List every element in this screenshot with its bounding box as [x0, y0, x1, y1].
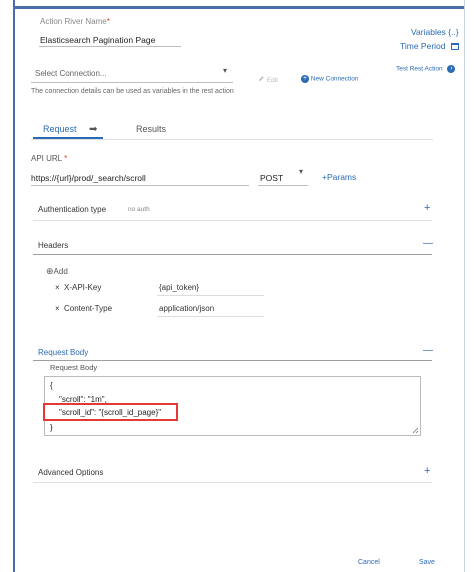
method-underline	[258, 185, 308, 186]
connection-underline	[31, 82, 233, 83]
headers-title: Headers	[38, 241, 69, 250]
auth-type-value[interactable]: no auth	[128, 206, 150, 213]
api-url-label: API URL *	[31, 154, 68, 163]
api-url-underline	[31, 185, 249, 186]
auth-expand-button[interactable]: +	[424, 202, 430, 214]
advanced-options-title: Advanced Options	[38, 468, 104, 477]
variables-button[interactable]: Variables {..}	[411, 27, 459, 37]
plus-circle-icon: +	[301, 75, 309, 83]
auth-divider	[33, 220, 432, 221]
chevron-down-icon[interactable]: ▾	[223, 66, 227, 75]
header-key[interactable]: Content-Type	[64, 304, 112, 313]
resize-handle-icon[interactable]	[412, 427, 419, 434]
add-circle-icon: ⊕	[46, 266, 54, 276]
highlight-box	[43, 403, 178, 421]
request-body-divider	[33, 360, 432, 361]
river-name-label: Action River Name*	[40, 17, 110, 26]
river-name-input[interactable]: Elasticsearch Pagination Page	[40, 35, 155, 45]
remove-header-icon[interactable]: ×	[55, 304, 60, 313]
api-url-input[interactable]: https://{url}/prod/_search/scroll	[31, 173, 146, 183]
arrow-right-icon: ➡	[89, 124, 98, 135]
header-value[interactable]: {api_token}	[159, 283, 199, 292]
connection-helper-text: The connection details can be used as va…	[31, 88, 234, 95]
add-header-button[interactable]: ⊕Add	[46, 266, 68, 277]
body-line: {	[50, 381, 53, 390]
header-key[interactable]: X-API-Key	[64, 283, 101, 292]
body-line: }	[50, 423, 53, 432]
tabs-divider	[31, 139, 433, 140]
request-body-collapse-button[interactable]: —	[423, 345, 433, 356]
request-body-field-label: Request Body	[50, 363, 98, 372]
auth-type-label: Authentication type	[38, 205, 107, 214]
header-value[interactable]: application/json	[159, 304, 214, 313]
params-button[interactable]: +Params	[322, 172, 356, 182]
new-connection-button[interactable]: + New Connection	[301, 75, 359, 83]
variables-icon: {..}	[448, 27, 459, 37]
river-name-underline	[39, 46, 181, 47]
calendar-icon	[450, 43, 459, 50]
headers-collapse-button[interactable]: —	[423, 238, 433, 249]
remove-header-icon[interactable]: ×	[55, 283, 60, 292]
tab-request[interactable]: Request ➡	[43, 124, 97, 135]
method-select[interactable]: POST	[260, 173, 283, 183]
arrow-right-circle-icon: ›	[447, 65, 456, 73]
test-rest-action-button[interactable]: Test Rest Action ›	[396, 65, 456, 73]
header-value-underline	[157, 295, 264, 296]
headers-divider	[33, 254, 432, 255]
select-connection-dropdown[interactable]: Select Connection...	[35, 69, 107, 78]
advanced-expand-button[interactable]: +	[424, 465, 430, 477]
pencil-icon	[259, 76, 264, 81]
request-body-title: Request Body	[38, 348, 89, 357]
cancel-button[interactable]: Cancel	[358, 559, 380, 566]
header-value-underline	[157, 316, 264, 317]
edit-connection-button[interactable]: Edit	[258, 75, 278, 84]
tab-results[interactable]: Results	[136, 124, 166, 134]
time-period-button[interactable]: Time Period	[400, 41, 459, 51]
save-button[interactable]: Save	[419, 559, 435, 566]
advanced-divider	[33, 482, 432, 483]
method-chevron-icon[interactable]: ▾	[299, 167, 303, 176]
